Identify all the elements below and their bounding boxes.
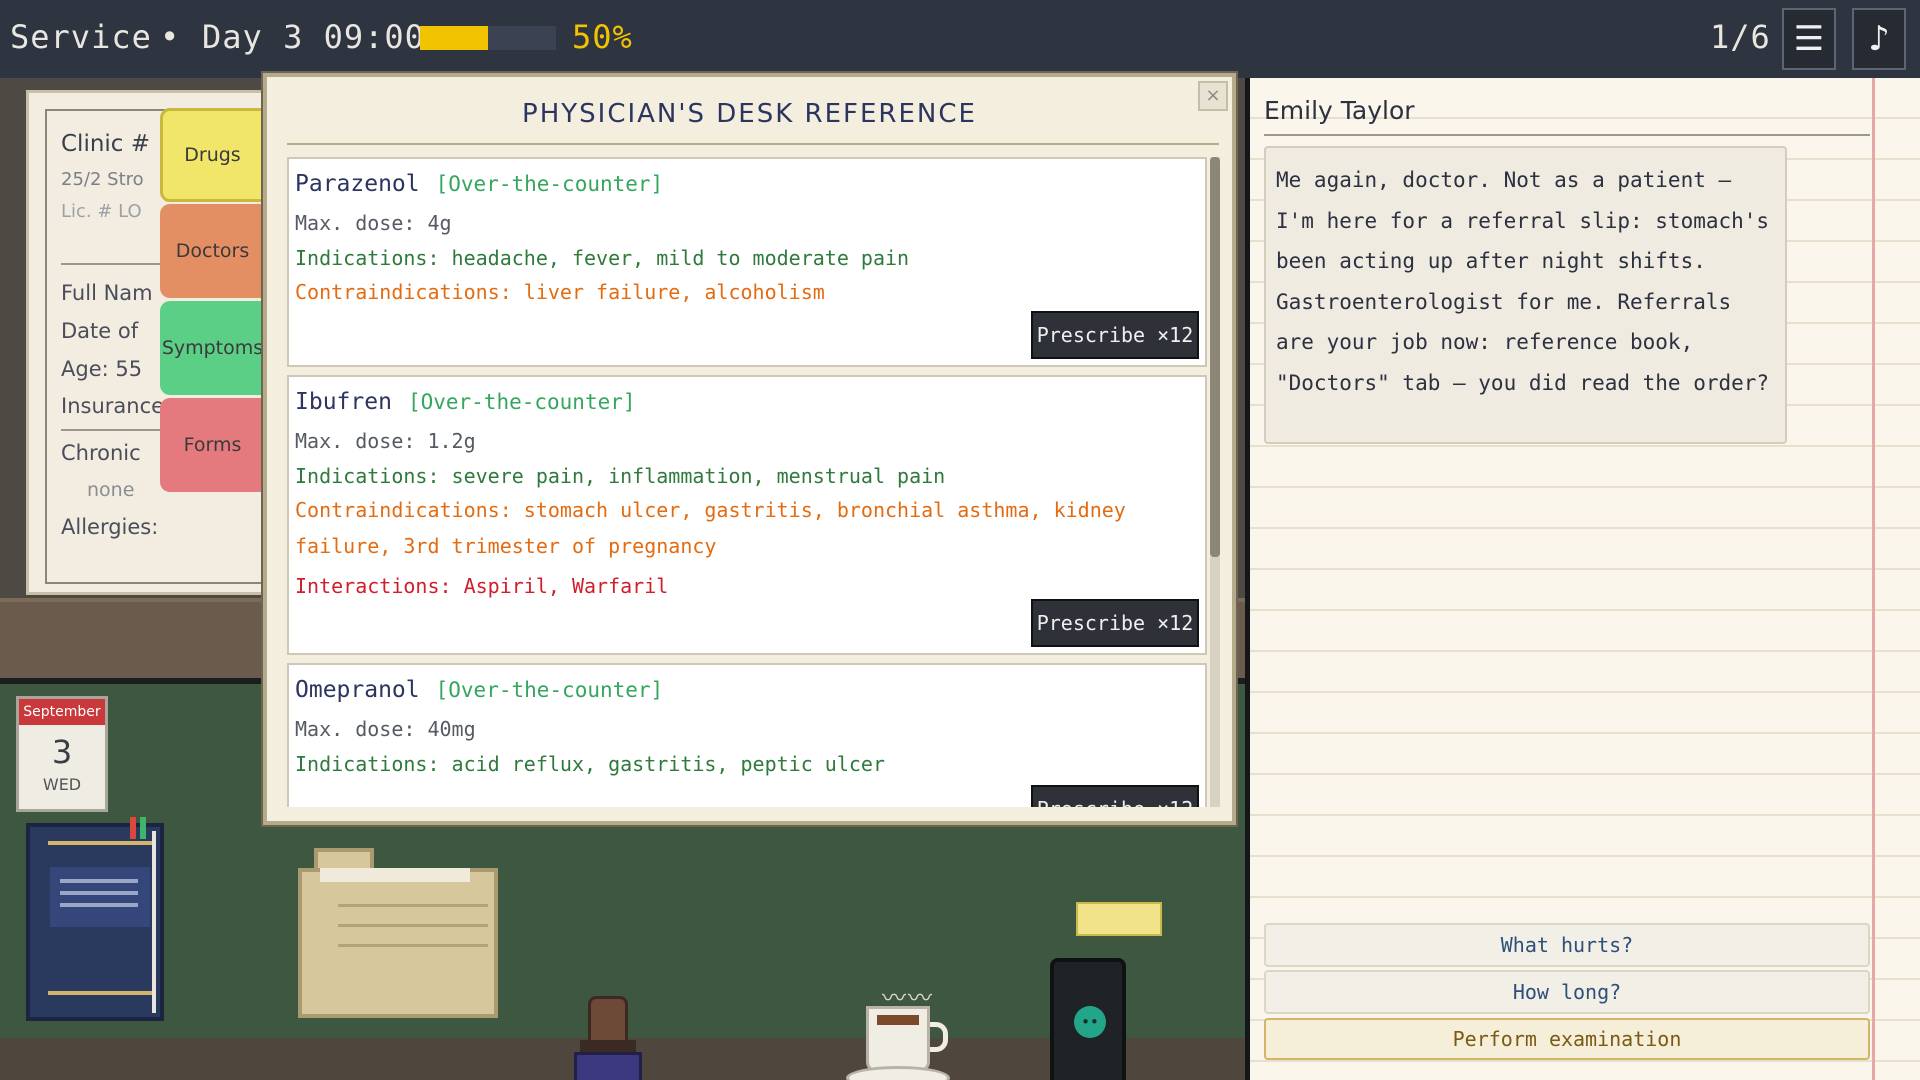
coffee-cup-icon[interactable] — [866, 1006, 930, 1072]
folder-line — [338, 944, 488, 947]
allergies-label: Allergies: — [61, 515, 159, 539]
mode-label: Service — [10, 18, 152, 56]
hamburger-menu-icon: ☰ — [1793, 19, 1825, 59]
phone[interactable]: •• — [1050, 958, 1126, 1080]
chronic-label: Chronic — [61, 441, 141, 465]
tab-doctors[interactable]: Doctors — [160, 204, 265, 298]
drug-max-dose: Max. dose: 40mg — [295, 717, 476, 741]
insurance-label: Insurance — [61, 394, 165, 418]
prescribe-button[interactable]: Prescribe ×12 — [1031, 599, 1199, 647]
tab-symptoms[interactable]: Symptoms — [160, 301, 265, 395]
drug-category: [Over-the-counter] — [435, 172, 664, 196]
music-button[interactable]: ♪ — [1852, 8, 1906, 70]
book-band — [48, 991, 152, 995]
stamp-icon[interactable] — [574, 1052, 642, 1080]
drug-name-line: Parazenol [Over-the-counter] — [295, 171, 663, 197]
calendar-weekday: WED — [42, 775, 82, 794]
bookmark-red — [130, 817, 136, 839]
desk-calendar: September 3 WED — [16, 696, 108, 812]
drug-name: Omepranol — [295, 677, 420, 703]
book-band — [48, 841, 152, 845]
drug-indications: Indications: headache, fever, mild to mo… — [295, 246, 910, 270]
prescribe-button[interactable]: Prescribe ×12 — [1031, 311, 1199, 359]
what-hurts-button[interactable]: What hurts? — [1264, 923, 1870, 967]
day-time-label: Day 3 09:00 — [202, 18, 425, 56]
drug-contraindications: Contraindications: stomach ulcer, gastri… — [295, 498, 1126, 558]
book-pages-edge — [152, 831, 156, 1013]
folder-line — [338, 904, 488, 907]
drug-entry-omepranol: Omepranol [Over-the-counter] Max. dose: 4… — [287, 663, 1207, 807]
modal-title: PHYSICIAN'S DESK REFERENCE — [522, 99, 977, 129]
shift-progress-fill — [420, 26, 488, 50]
drug-list[interactable]: Parazenol [Over-the-counter] Max. dose: 4… — [287, 157, 1207, 807]
forms-folder[interactable] — [298, 868, 498, 1018]
chronic-value: none — [87, 479, 135, 501]
scrollbar-thumb[interactable] — [1210, 157, 1220, 557]
clinic-name: Clinic # — [61, 131, 151, 157]
reference-book[interactable] — [26, 817, 164, 1021]
full-name-label: Full Nam — [61, 281, 153, 305]
book-label-line — [60, 879, 138, 883]
drug-interactions: Interactions: Aspiril, Warfaril — [295, 574, 669, 598]
drug-category: [Over-the-counter] — [435, 678, 664, 702]
tab-forms[interactable]: Forms — [160, 398, 265, 492]
tab-drugs[interactable]: Drugs — [160, 108, 265, 202]
book-label — [50, 867, 150, 927]
patient-counter: 1/6 — [1710, 18, 1771, 56]
drug-indications: Indications: severe pain, inflammation, … — [295, 464, 946, 488]
progress-percent-label: 50% — [572, 18, 633, 56]
book-label-line — [60, 891, 138, 895]
drug-name: Ibufren — [295, 389, 392, 415]
drug-category: [Over-the-counter] — [407, 390, 636, 414]
folder-tab — [314, 848, 374, 870]
drug-name: Parazenol — [295, 171, 420, 197]
modal-title-rule — [287, 143, 1219, 145]
shift-progress-bar — [420, 26, 556, 50]
clinic-license: Lic. # LO — [61, 201, 142, 222]
menu-button[interactable]: ☰ — [1782, 8, 1836, 70]
drug-contraindications: Contraindications: liver failure, alcoho… — [295, 280, 825, 304]
sticky-note[interactable] — [1076, 902, 1162, 936]
age-label: Age: 55 — [61, 357, 143, 381]
music-note-icon: ♪ — [1868, 19, 1890, 59]
drug-entry-ibufren: Ibufren [Over-the-counter] Max. dose: 1.2… — [287, 375, 1207, 655]
phone-app-icon: •• — [1074, 1006, 1106, 1038]
how-long-button[interactable]: How long? — [1264, 970, 1870, 1014]
separator-dot: • — [160, 18, 181, 56]
drug-name-line: Omepranol [Over-the-counter] — [295, 677, 663, 703]
folder-paper — [320, 868, 470, 882]
bookmark-green — [140, 817, 146, 839]
scrollbar[interactable] — [1210, 157, 1220, 807]
patient-name-rule — [1264, 134, 1870, 136]
top-status-bar: Service • Day 3 09:00 50% 1/6 ☰ ♪ — [0, 0, 1920, 78]
folder-line — [338, 924, 488, 927]
drug-name-line: Ibufren [Over-the-counter] — [295, 389, 636, 415]
dialogue-panel: Emily Taylor Me again, doctor. Not as a … — [1250, 78, 1920, 1080]
speech-bubble: Me again, doctor. Not as a patient — I'm… — [1264, 146, 1787, 444]
drug-max-dose: Max. dose: 4g — [295, 211, 452, 235]
drug-indications: Indications: acid reflux, gastritis, pep… — [295, 752, 886, 776]
drug-max-dose: Max. dose: 1.2g — [295, 429, 476, 453]
prescribe-button[interactable]: Prescribe ×12 — [1031, 785, 1199, 807]
dob-label: Date of — [61, 319, 139, 343]
patient-name: Emily Taylor — [1264, 96, 1415, 125]
calendar-day: 3 — [51, 733, 73, 771]
perform-examination-button[interactable]: Perform examination — [1264, 1018, 1870, 1060]
calendar-month: September — [19, 699, 105, 725]
notebook-margin-line — [1872, 78, 1875, 1080]
book-label-line — [60, 903, 138, 907]
drug-entry-parazenol: Parazenol [Over-the-counter] Max. dose: 4… — [287, 157, 1207, 367]
physicians-desk-reference-modal: × PHYSICIAN'S DESK REFERENCE Parazenol [O… — [263, 73, 1236, 825]
clinic-address: 25/2 Stro — [61, 169, 144, 190]
coffee-liquid — [877, 1015, 919, 1025]
